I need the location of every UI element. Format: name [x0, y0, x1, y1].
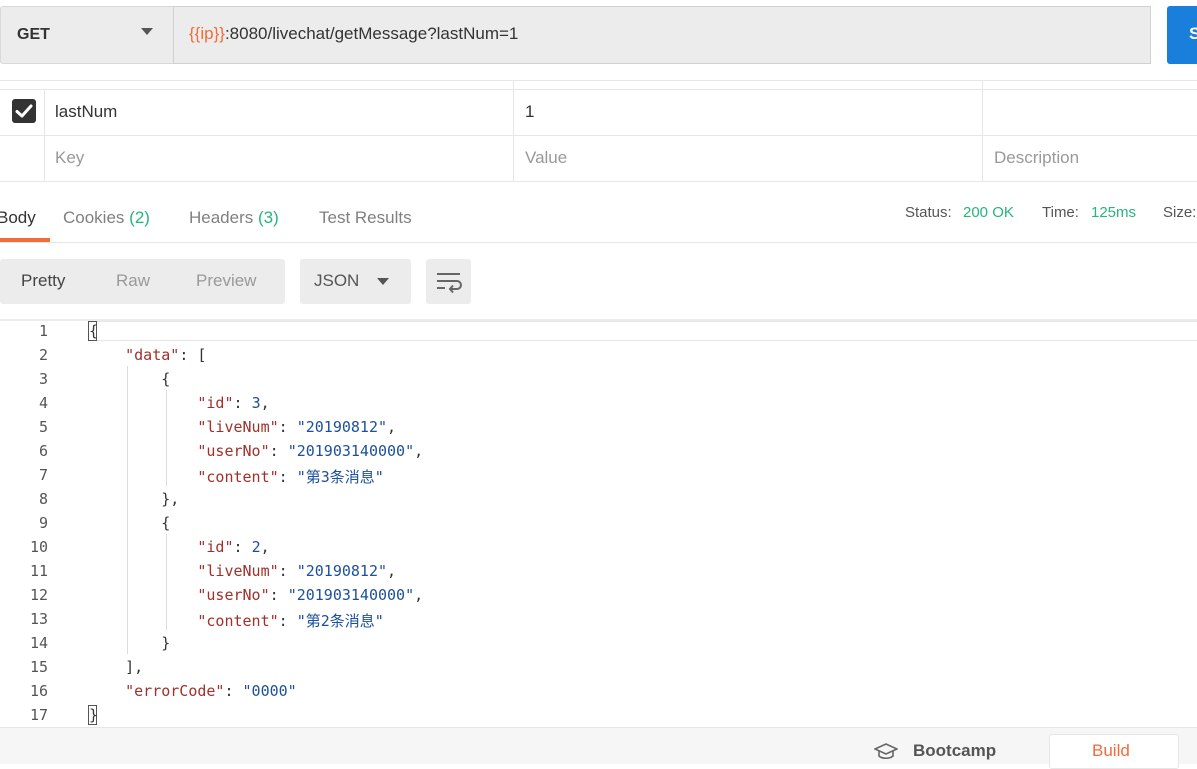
value-placeholder[interactable]: Value — [525, 148, 567, 168]
line-number: 2 — [38, 346, 48, 364]
param-checkbox[interactable] — [12, 99, 36, 123]
tab-cookies[interactable]: Cookies (2) — [63, 208, 150, 228]
code-line: ], — [89, 658, 144, 676]
raw-button[interactable]: Raw — [116, 271, 150, 291]
time-label: Time: — [1042, 204, 1079, 221]
code-line: "userNo": "201903140000", — [197, 442, 424, 460]
tab-headers-label: Headers — [189, 208, 254, 227]
line-number: 7 — [38, 466, 48, 484]
line-number: 9 — [38, 514, 48, 532]
code-line: { — [89, 370, 171, 388]
table-divider — [982, 80, 983, 181]
status-label: Status: — [905, 204, 952, 221]
code-line: { — [89, 514, 171, 532]
code-line: "errorCode": "0000" — [125, 682, 297, 700]
send-button-label: S — [1189, 24, 1197, 43]
line-number: 11 — [29, 562, 48, 580]
code-line: } — [89, 634, 171, 652]
code-line: "content": "第3条消息" — [197, 468, 384, 486]
param-value[interactable]: 1 — [525, 102, 534, 122]
line-number: 17 — [29, 706, 48, 724]
code-line: "data": [ — [125, 346, 207, 364]
size-label: Size: — [1163, 204, 1197, 221]
code-line: "id": 3, — [197, 394, 270, 412]
line-number: 10 — [29, 538, 48, 556]
format-label: JSON — [314, 271, 360, 290]
code-line: "content": "第2条消息" — [197, 612, 384, 630]
param-key[interactable]: lastNum — [55, 102, 117, 122]
line-number: 1 — [38, 322, 48, 340]
line-number: 3 — [38, 370, 48, 388]
tab-body[interactable]: Body — [0, 208, 36, 228]
graduation-cap-icon-svg — [873, 743, 899, 760]
code-line: "liveNum": "20190812", — [197, 418, 397, 436]
time-value: 125ms — [1091, 204, 1137, 221]
tabs-divider — [0, 242, 1197, 243]
chevron-down-icon — [377, 278, 389, 285]
line-number: 13 — [29, 610, 48, 628]
code-line: "id": 2, — [197, 538, 270, 556]
key-placeholder[interactable]: Key — [55, 148, 84, 168]
build-button-label: Build — [1092, 741, 1130, 760]
line-number: 14 — [29, 634, 48, 652]
bootcamp-link[interactable]: Bootcamp — [913, 741, 996, 761]
line-number: 15 — [29, 658, 48, 676]
line-number: 12 — [29, 586, 48, 604]
url-variable: {{ip}} — [189, 24, 225, 43]
tab-test-results[interactable]: Test Results — [319, 208, 412, 228]
status-bar — [0, 727, 1197, 764]
tab-cookies-label: Cookies — [63, 208, 125, 227]
code-line: "userNo": "201903140000", — [197, 586, 424, 604]
wrap-lines-button[interactable] — [426, 259, 471, 304]
url-text[interactable]: {{ip}}:8080/livechat/getMessage?lastNum=… — [189, 24, 518, 44]
pretty-button[interactable]: Pretty — [21, 271, 65, 291]
check-icon — [15, 104, 33, 118]
cookies-count: (2) — [129, 208, 150, 227]
table-border — [0, 135, 1197, 136]
line-number: 16 — [29, 682, 48, 700]
code-line: } — [89, 706, 99, 724]
table-border — [0, 80, 1197, 81]
wrap-icon — [437, 273, 462, 294]
url-path: :8080/livechat/getMessage?lastNum=1 — [224, 24, 519, 43]
line-number: 6 — [38, 442, 48, 460]
graduation-cap-icon[interactable] — [873, 742, 899, 767]
line-number: 5 — [38, 418, 48, 436]
line-number: 4 — [38, 394, 48, 412]
tab-headers[interactable]: Headers (3) — [189, 208, 279, 228]
description-placeholder[interactable]: Description — [994, 148, 1079, 168]
code-line: { — [89, 322, 99, 340]
code-line: }, — [89, 490, 180, 508]
active-line-highlight — [90, 321, 1197, 341]
table-border — [0, 89, 1197, 90]
line-number: 8 — [38, 490, 48, 508]
method-label: GET — [17, 26, 50, 43]
code-line: "liveNum": "20190812", — [197, 562, 397, 580]
status-value: 200 OK — [963, 204, 1014, 221]
headers-count: (3) — [258, 208, 279, 227]
table-border — [0, 181, 1197, 182]
preview-button[interactable]: Preview — [196, 271, 256, 291]
table-divider — [44, 89, 45, 181]
table-divider — [513, 80, 514, 181]
chevron-down-icon[interactable] — [141, 28, 153, 35]
